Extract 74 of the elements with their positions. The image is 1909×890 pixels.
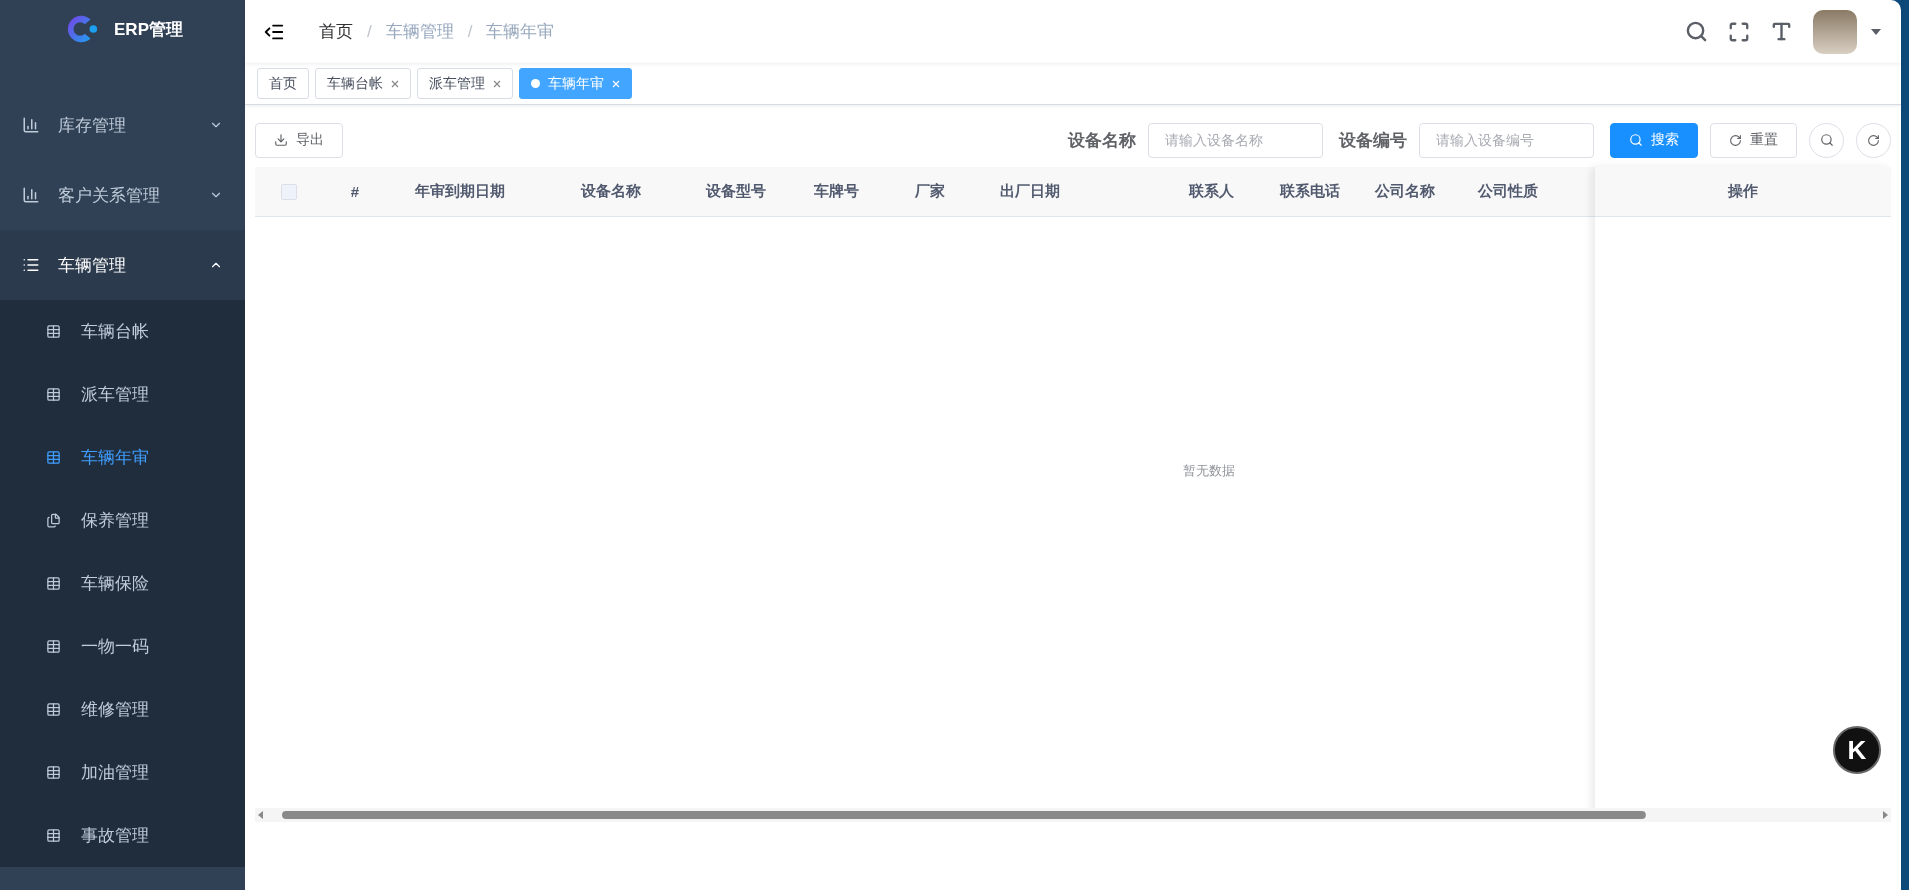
reset-button[interactable]: 重置 [1710, 122, 1797, 158]
font-size-icon[interactable] [1770, 20, 1793, 43]
close-icon[interactable] [493, 79, 501, 88]
sidebar-item[interactable]: 车辆保险 [0, 552, 245, 615]
tab[interactable]: 车辆台帐 [315, 68, 411, 99]
sidebar-item[interactable]: 派车管理 [0, 363, 245, 426]
sidebar-item[interactable]: 车辆年审 [0, 426, 245, 489]
filter-input[interactable]: 请输入设备名称 [1148, 122, 1323, 158]
search-icon [1819, 133, 1834, 147]
list-icon [22, 256, 40, 274]
table-icon [46, 576, 61, 591]
column-header: 出厂日期 [1000, 182, 1060, 201]
download-icon [274, 133, 288, 147]
bar-chart-icon [22, 116, 40, 134]
search-icon [1629, 133, 1643, 147]
breadcrumb-item: 车辆年审 [486, 21, 555, 43]
tab-label: 首页 [269, 74, 297, 93]
table-icon [46, 702, 61, 717]
tab-label: 车辆台帐 [327, 74, 383, 93]
column-header: 设备型号 [706, 182, 766, 201]
refresh-button[interactable] [1856, 122, 1891, 158]
column-header: # [350, 183, 360, 200]
sidebar-menu-item[interactable]: 客户关系管理 [0, 160, 245, 230]
column-header: 年审到期日期 [415, 182, 505, 201]
sidebar-menu-item[interactable]: 库存管理 [0, 90, 245, 160]
sidebar-item[interactable]: 保养管理 [0, 489, 245, 552]
tab-label: 车辆年审 [548, 74, 604, 93]
tab-label: 派车管理 [429, 74, 485, 93]
tab[interactable]: 首页 [257, 68, 309, 99]
column-header: 设备名称 [581, 182, 641, 201]
filter-label: 设备名称 [1068, 129, 1136, 152]
search-toggle-button[interactable] [1809, 122, 1844, 158]
column-header: 联系电话 [1280, 182, 1340, 201]
column-header: 车牌号 [813, 182, 859, 201]
app-title: ERP管理 [114, 18, 183, 41]
sidebar-item[interactable]: 加油管理 [0, 741, 245, 804]
table-icon [46, 765, 61, 780]
column-header: 厂家 [915, 182, 945, 201]
active-dot-icon [531, 79, 540, 88]
table-icon [46, 450, 61, 465]
breadcrumb-item[interactable]: 首页 [319, 20, 353, 43]
floating-badge[interactable]: K [1833, 726, 1881, 774]
sidebar-item[interactable]: 车辆台帐 [0, 300, 245, 363]
refresh-icon [1867, 133, 1880, 147]
close-icon[interactable] [391, 79, 399, 88]
table-icon [46, 828, 61, 843]
column-header: 联系人 [1188, 182, 1234, 201]
fullscreen-icon[interactable] [1728, 20, 1750, 43]
filter-input[interactable]: 请输入设备编号 [1419, 122, 1594, 158]
breadcrumb-item: 车辆管理 [385, 21, 454, 43]
sidebar-item[interactable]: 事故管理 [0, 804, 245, 867]
sidebar-item[interactable]: 维修管理 [0, 678, 245, 741]
caret-icon[interactable] [1871, 28, 1881, 35]
search-icon[interactable] [1685, 20, 1708, 43]
sidebar-menu-item[interactable]: 车辆管理 [0, 230, 245, 300]
documents-icon [46, 513, 61, 528]
column-header: 公司性质 [1478, 182, 1538, 201]
select-all-checkbox[interactable] [281, 183, 297, 200]
horizontal-scrollbar[interactable] [255, 808, 1891, 822]
table-icon [46, 387, 61, 402]
filter-label: 设备编号 [1339, 129, 1407, 152]
column-header: 操作 [1728, 182, 1758, 201]
tab[interactable]: 派车管理 [417, 68, 513, 99]
table-icon [46, 324, 61, 339]
breadcrumb-separator: / [467, 21, 473, 42]
refresh-icon [1729, 133, 1742, 147]
empty-message: 暂无数据 [1183, 461, 1235, 480]
breadcrumb-separator: / [367, 21, 372, 42]
avatar-photo-placeholder[interactable] [1813, 9, 1857, 54]
bar-chart-icon [22, 186, 40, 204]
table-icon [46, 639, 61, 654]
sidebar-item[interactable]: 一物一码 [0, 615, 245, 678]
export-button[interactable]: 导出 [255, 122, 343, 158]
column-header: 公司名称 [1375, 182, 1435, 201]
